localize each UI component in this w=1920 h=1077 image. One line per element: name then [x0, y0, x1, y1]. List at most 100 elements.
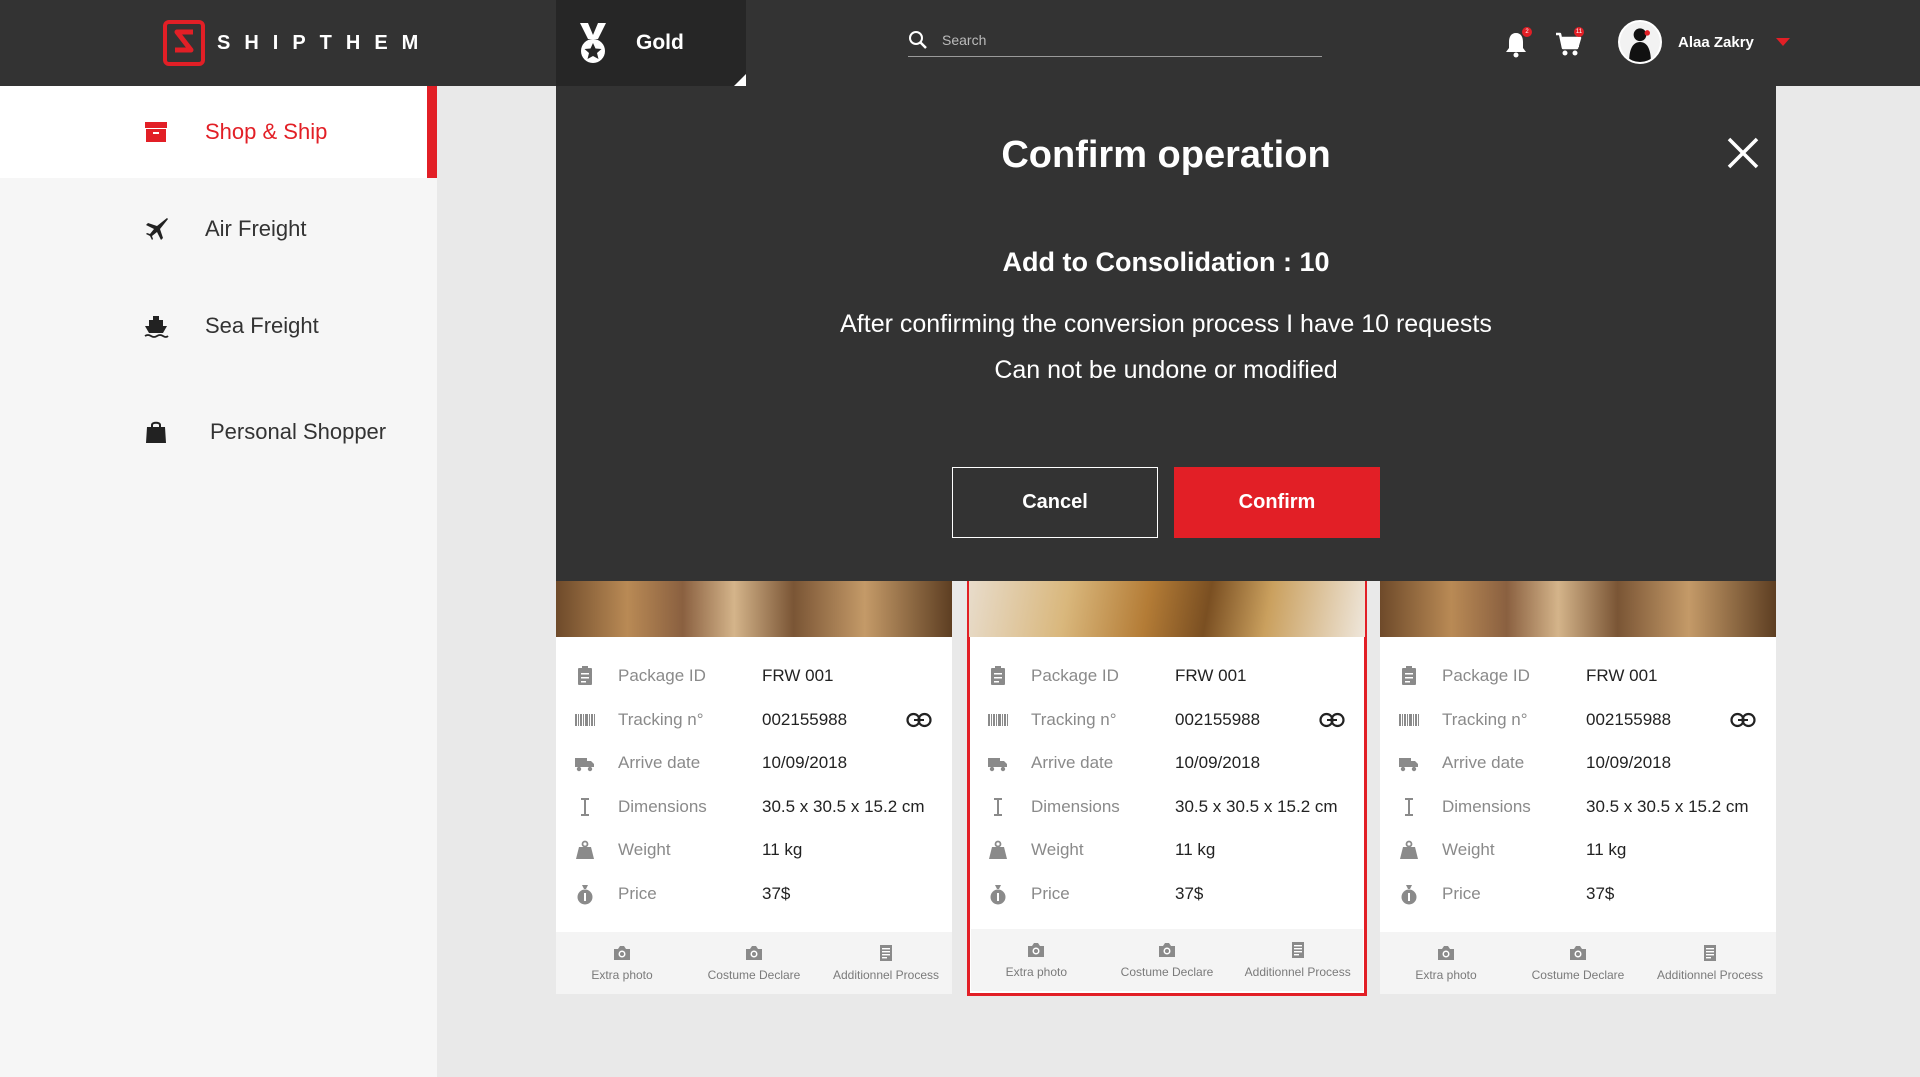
membership-tier[interactable]: Gold [556, 0, 746, 86]
extra-photo-button[interactable]: Extra photo [556, 932, 688, 994]
user-menu[interactable]: Alaa Zakry [1618, 20, 1790, 64]
tier-label: Gold [636, 31, 684, 54]
link-icon[interactable] [906, 712, 932, 728]
tracking-label: Tracking n° [618, 710, 704, 729]
user-name: Alaa Zakry [1678, 33, 1754, 51]
cart-button[interactable]: 11 [1554, 27, 1584, 58]
package-photo[interactable] [556, 580, 952, 637]
additionnel-process-button[interactable]: Additionnel Process [1232, 929, 1363, 991]
price-value: 37$ [1175, 884, 1204, 903]
arrive-date-label: Arrive date [618, 753, 701, 772]
sidebar-item-label: Shop & Ship [205, 119, 328, 144]
cart-badge: 11 [1574, 27, 1584, 37]
tracking-row: Tracking n° 002155988 [556, 705, 952, 735]
dimensions-row: Dimensions 30.5 x 30.5 x 15.2 cm [1380, 792, 1776, 822]
price-label: Price [1442, 884, 1481, 903]
clipboard-icon [991, 666, 1005, 685]
package-id-row: Package ID FRW 001 [969, 661, 1365, 691]
document-icon [1291, 942, 1304, 958]
arrive-date-label: Arrive date [1031, 753, 1114, 772]
tracking-label: Tracking n° [1442, 710, 1528, 729]
chevron-down-icon[interactable] [1775, 38, 1790, 46]
camera-icon [1570, 946, 1586, 960]
link-icon[interactable] [1319, 712, 1345, 728]
dimensions-label: Dimensions [1031, 797, 1120, 816]
package-id-row: Package ID FRW 001 [556, 661, 952, 691]
search-input[interactable] [942, 32, 1302, 48]
weight-icon [1400, 840, 1418, 859]
package-id-label: Package ID [1031, 666, 1119, 685]
costume-declare-button[interactable]: Costume Declare [1102, 929, 1233, 991]
weight-icon [576, 840, 594, 859]
package-card[interactable]: Package ID FRW 001 Tracking n° 002155988… [556, 580, 952, 994]
weight-row: Weight 11 kg [556, 835, 952, 865]
dimensions-row: Dimensions 30.5 x 30.5 x 15.2 cm [556, 792, 952, 822]
sidebar-item-sea-freight[interactable]: Sea Freight [0, 280, 437, 372]
sidebar-item-shop-ship[interactable]: Shop & Ship [0, 86, 437, 178]
sidebar-item-personal-shopper[interactable]: Personal Shopper [0, 386, 437, 478]
tracking-label: Tracking n° [1031, 710, 1117, 729]
cancel-button[interactable]: Cancel [952, 467, 1158, 538]
link-icon[interactable] [1730, 712, 1756, 728]
package-card[interactable]: Package ID FRW 001 Tracking n° 002155988… [967, 578, 1367, 996]
confirm-dialog: Confirm operation Add to Consolidation :… [556, 86, 1776, 581]
price-value: 37$ [762, 884, 791, 903]
weight-value: 11 kg [1586, 840, 1627, 859]
brand-name: SHIPTHEM [217, 31, 433, 54]
costume-declare-label: Costume Declare [707, 968, 801, 982]
additionnel-process-label: Additionnel Process [1656, 968, 1764, 982]
confirm-button[interactable]: Confirm [1174, 467, 1380, 538]
card-actions: Extra photo Costume Declare Additionnel … [971, 929, 1363, 991]
camera-icon [1159, 943, 1175, 957]
additionnel-process-button[interactable]: Additionnel Process [820, 932, 952, 994]
clipboard-icon [1402, 666, 1416, 685]
weight-value: 11 kg [1175, 840, 1216, 859]
costume-declare-button[interactable]: Costume Declare [688, 932, 820, 994]
ruler-icon [994, 798, 1002, 816]
dimensions-value: 30.5 x 30.5 x 15.2 cm [1175, 797, 1338, 816]
package-id-row: Package ID FRW 001 [1380, 661, 1776, 691]
extra-photo-button[interactable]: Extra photo [971, 929, 1102, 991]
package-card[interactable]: Package ID FRW 001 Tracking n° 002155988… [1380, 580, 1776, 994]
arrive-date-value: 10/09/2018 [1175, 753, 1261, 772]
card-actions: Extra photo Costume Declare Additionnel … [556, 932, 952, 994]
tracking-value: 002155988 [1586, 710, 1672, 729]
avatar[interactable] [1618, 20, 1662, 64]
price-row: Price 37$ [556, 879, 952, 909]
arrive-date-value: 10/09/2018 [762, 753, 848, 772]
logo[interactable]: SHIPTHEM [163, 20, 432, 66]
weight-label: Weight [618, 840, 671, 859]
extra-photo-label: Extra photo [1005, 965, 1068, 979]
package-id-label: Package ID [618, 666, 706, 685]
dimensions-row: Dimensions 30.5 x 30.5 x 15.2 cm [969, 792, 1365, 822]
costume-declare-button[interactable]: Costume Declare [1512, 932, 1644, 994]
delivery-truck-icon [988, 758, 1007, 772]
package-photo[interactable] [1380, 580, 1776, 637]
additionnel-process-label: Additionnel Process [832, 968, 940, 982]
medal-icon [580, 23, 606, 63]
dialog-warning: Can not be undone or modified [994, 356, 1338, 384]
extra-photo-label: Extra photo [1415, 968, 1477, 982]
sidebar-item-air-freight[interactable]: Air Freight [0, 183, 437, 275]
tracking-row: Tracking n° 002155988 [969, 705, 1365, 735]
weight-row: Weight 11 kg [1380, 835, 1776, 865]
notifications-button[interactable]: 2 [1502, 27, 1532, 58]
price-row: Price 37$ [1380, 879, 1776, 909]
camera-icon [1028, 943, 1045, 957]
extra-photo-button[interactable]: Extra photo [1380, 932, 1512, 994]
clipboard-icon [578, 666, 592, 685]
dimensions-label: Dimensions [1442, 797, 1531, 816]
close-icon[interactable] [1726, 136, 1760, 170]
tier-corner-marker [734, 74, 746, 86]
additionnel-process-label: Additionnel Process [1244, 965, 1351, 979]
tracking-value: 002155988 [762, 710, 848, 729]
costume-declare-label: Costume Declare [1531, 968, 1625, 982]
dimensions-label: Dimensions [618, 797, 707, 816]
costume-declare-label: Costume Declare [1120, 965, 1214, 979]
additionnel-process-button[interactable]: Additionnel Process [1644, 932, 1776, 994]
search-bar[interactable] [908, 24, 1322, 57]
ruler-icon [581, 798, 589, 816]
package-photo[interactable] [969, 580, 1365, 637]
money-bag-icon [577, 885, 593, 905]
weight-value: 11 kg [762, 840, 803, 859]
